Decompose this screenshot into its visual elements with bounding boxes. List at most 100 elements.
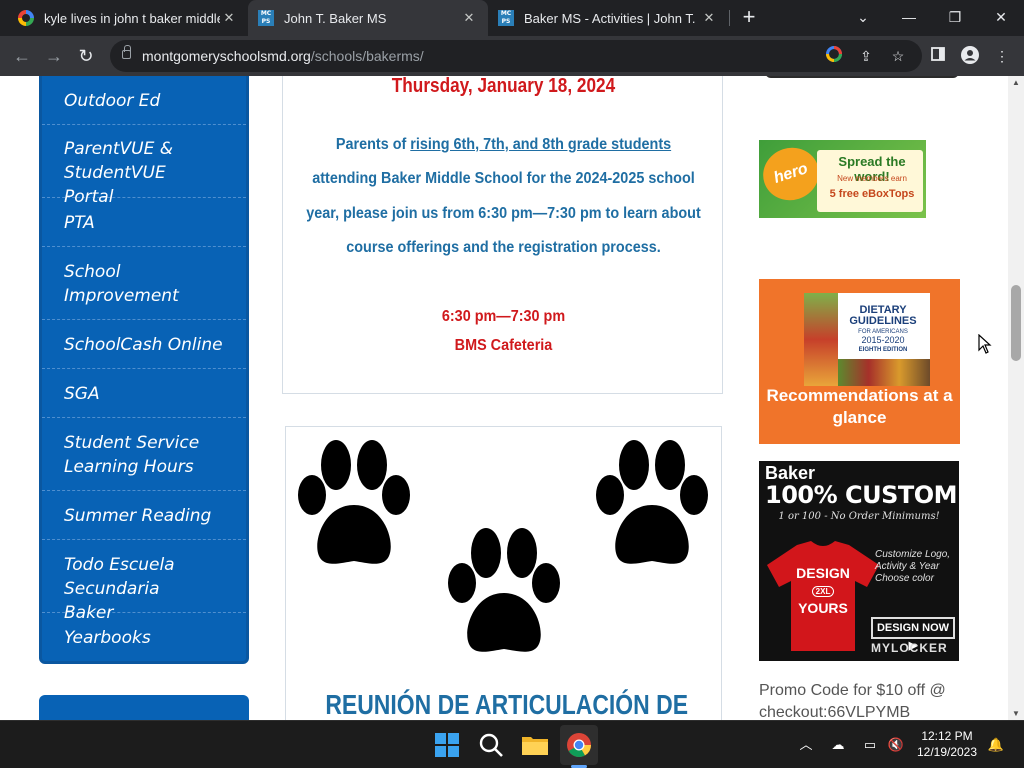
tab-title: kyle lives in john t baker middle s [44, 10, 220, 26]
sidebar-item-sga[interactable]: SGA [42, 369, 246, 418]
page-scrollbar[interactable]: ▲ ▼ [1008, 76, 1024, 720]
mylocker-logo: MYLOCKER [871, 641, 948, 655]
back-button[interactable]: ← [8, 42, 36, 70]
hero-subtext: New members earn [837, 174, 907, 183]
system-clock[interactable]: 12:12 PM 12/19/2023 [906, 728, 988, 760]
volume-muted-icon[interactable]: 🔇 [886, 735, 906, 755]
sidebar-item-school-improvement[interactable]: School Improvement [42, 247, 246, 320]
scroll-down-arrow-icon[interactable]: ▼ [1008, 709, 1024, 718]
address-bar[interactable]: montgomeryschoolsmd.org/schools/bakerms/… [110, 40, 922, 72]
dietary-guidelines-ad[interactable]: DIETARY GUIDELINES FOR AMERICANS 2015-202… [759, 279, 960, 444]
event-announcement: Thursday, January 18, 2024 Parents of ri… [282, 76, 723, 394]
shirt-print-text: DESIGN 2XL YOURS [781, 565, 865, 616]
tab-title: Baker MS - Activities | John T. Bak [524, 10, 700, 26]
forward-button[interactable]: → [40, 42, 68, 70]
food-image [838, 359, 930, 386]
event-text-prefix: Parents of [335, 136, 411, 153]
sidebar-nav-secondary [39, 695, 249, 720]
sidebar-item-yearbooks[interactable]: Yearbooks [42, 613, 246, 661]
event-text-line-2: attending Baker Middle School for the 20… [312, 170, 695, 187]
chrome-icon[interactable] [564, 730, 594, 760]
promo-code-text: Promo Code for $10 off @ checkout:66VLPY… [759, 682, 946, 720]
menu-kebab-icon[interactable]: ⋮ [992, 46, 1012, 66]
event-text-line-4: course offerings and the registration pr… [346, 239, 661, 256]
produce-image [804, 293, 838, 386]
windows-taskbar: ︿ ☁ ▭ 🔇 12:12 PM 12/19/2023 🔔 [0, 720, 1024, 768]
restore-button[interactable]: ❐ [932, 0, 978, 34]
tab-bar: kyle lives in john t baker middle s ✕ MC… [0, 0, 1024, 36]
dietary-years: 2015-2020 [861, 335, 905, 345]
shirt-print-line-2: YOURS [798, 600, 848, 616]
shirt-print-badge: 2XL [811, 586, 835, 597]
dietary-title-2: GUIDELINES [849, 315, 917, 327]
show-hidden-icons-chevron-icon[interactable]: ︿ [796, 735, 816, 755]
url-text[interactable]: montgomeryschoolsmd.org/schools/bakerms/ [142, 48, 424, 64]
search-icon[interactable] [476, 730, 506, 760]
browser-toolbar: ← → ↻ montgomeryschoolsmd.org/schools/ba… [0, 36, 1024, 76]
design-now-button[interactable]: DESIGN NOW ▶ [871, 617, 955, 652]
sidebar-item-pta[interactable]: PTA [42, 198, 246, 247]
minimize-button[interactable]: — [886, 0, 932, 34]
event-date: Thursday, January 18, 2024 [391, 76, 616, 97]
hero-ebox-tops-ad[interactable]: hero Spread the word! New members earn 5… [759, 140, 926, 218]
close-window-button[interactable]: ✕ [978, 0, 1024, 34]
right-column-button[interactable] [765, 76, 959, 78]
shirt-ad-tagline: 1 or 100 - No Order Minimums! [778, 511, 940, 522]
spanish-event-announcement: REUNIÓN DE ARTICULACIÓN DE [285, 426, 722, 720]
sidebar-item-summer-reading[interactable]: Summer Reading [42, 491, 246, 540]
side-panel-icon[interactable] [928, 46, 948, 66]
google-lens-icon[interactable] [824, 46, 844, 66]
sidebar-item-ssl-hours[interactable]: Student Service Learning Hours [42, 418, 246, 491]
close-tab-icon[interactable]: ✕ [220, 10, 238, 26]
dietary-guidelines-cover: DIETARY GUIDELINES FOR AMERICANS 2015-202… [804, 293, 930, 386]
close-tab-icon[interactable]: ✕ [460, 10, 478, 26]
clock-time: 12:12 PM [921, 729, 973, 743]
shirt-ad-headline: 100% CUSTOM [765, 481, 958, 509]
onedrive-offline-icon[interactable]: ☁ [828, 735, 848, 755]
tab-activities[interactable]: MCPS Baker MS - Activities | John T. Bak… [488, 0, 728, 36]
hero-badge: hero [759, 140, 826, 208]
dietary-edition: EIGHTH EDITION [858, 347, 908, 353]
dietary-title: DIETARY GUIDELINES [838, 305, 928, 327]
notifications-bell-icon[interactable]: 🔔 [986, 735, 1006, 755]
shirt-print-line-1: DESIGN [796, 565, 850, 581]
mcps-icon: MC PS [498, 10, 514, 26]
sidebar-item-schoolcash[interactable]: SchoolCash Online [42, 320, 246, 369]
url-domain: montgomeryschoolsmd.org [142, 48, 311, 64]
windows-start-icon[interactable] [432, 730, 462, 760]
event-text-line-3: year, please join us from 6:30 pm—7:30 p… [306, 205, 701, 222]
tab-john-t-baker[interactable]: MC PS John T. Baker MS ✕ [248, 0, 488, 36]
mcps-icon: MC PS [258, 10, 274, 26]
network-icon[interactable]: ▭ [860, 735, 880, 755]
reload-button[interactable]: ↻ [72, 42, 100, 70]
new-tab-button[interactable]: + [738, 6, 760, 28]
share-icon[interactable]: ⇪ [856, 46, 876, 66]
url-path: /schools/bakerms/ [310, 48, 424, 64]
tab-search-result[interactable]: kyle lives in john t baker middle s ✕ [8, 0, 248, 36]
bookmark-star-icon[interactable]: ☆ [888, 46, 908, 66]
scroll-up-arrow-icon[interactable]: ▲ [1008, 78, 1024, 87]
close-tab-icon[interactable]: ✕ [700, 10, 718, 26]
mylocker-custom-shirt-ad[interactable]: Baker 100% CUSTOM 1 or 100 - No Order Mi… [759, 461, 959, 661]
google-icon [18, 10, 34, 26]
hero-offer: 5 free eBoxTops [829, 188, 915, 200]
tab-separator [729, 10, 730, 26]
web-page: Outdoor Ed ParentVUE & StudentVUE Portal… [0, 76, 1008, 720]
scrollbar-thumb[interactable] [1011, 285, 1021, 361]
sidebar-item-parentvue[interactable]: ParentVUE & StudentVUE Portal [42, 125, 246, 207]
lock-icon[interactable] [122, 45, 131, 59]
spanish-event-heading: REUNIÓN DE ARTICULACIÓN DE [325, 689, 689, 720]
tab-search-button[interactable]: ⌄ [840, 0, 886, 34]
rising-students-link[interactable]: rising 6th, 7th, and 8th grade students [410, 136, 671, 153]
paw-print-icon [448, 528, 560, 652]
shirt-ad-features-text: Customize Logo, Activity & Year [875, 549, 951, 572]
file-explorer-icon[interactable] [520, 730, 550, 760]
paw-print-icon [596, 440, 708, 564]
sidebar-item-todo-escuela[interactable]: Todo Escuela Secundaria Baker [42, 540, 246, 623]
sidebar-item-outdoor-ed[interactable]: Outdoor Ed [42, 79, 246, 125]
event-time: 6:30 pm—7:30 pm [441, 308, 566, 325]
event-text-line-1: Parents of rising 6th, 7th, and 8th grad… [305, 136, 702, 154]
event-location: BMS Cafeteria [454, 337, 553, 354]
profile-icon[interactable] [960, 46, 980, 66]
tab-title: John T. Baker MS [284, 10, 387, 26]
